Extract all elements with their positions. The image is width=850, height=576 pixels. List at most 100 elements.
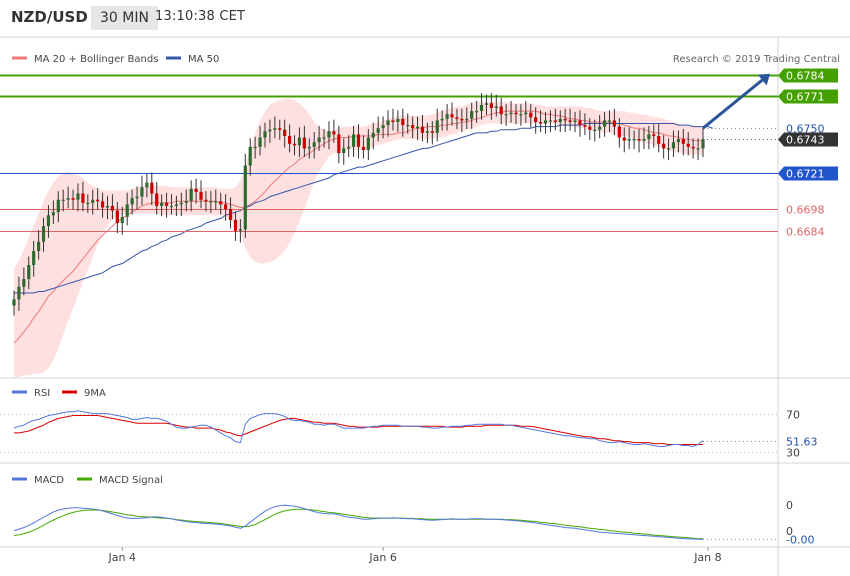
candle-body [548, 120, 553, 122]
rsi-ma-legend-label: 9MA [84, 388, 106, 399]
forecast-arrow-shaft [702, 78, 764, 130]
candle-body [519, 114, 523, 116]
candle-body [76, 193, 80, 200]
candle-body [632, 139, 636, 141]
candle-body [430, 131, 434, 133]
candle-body [602, 120, 607, 127]
candle-body [91, 199, 95, 203]
candle-body [214, 201, 218, 203]
price-level-label-0: 0.6784 [786, 70, 825, 83]
candle-body [37, 241, 41, 252]
macd-signal-legend-label: MACD Signal [99, 475, 163, 486]
candle-body [514, 112, 518, 115]
candle-body [617, 126, 621, 138]
macd-tick-label-0: 0 [786, 499, 793, 512]
candle-body [32, 251, 36, 266]
rsi-legend: RSI 9MA [12, 388, 106, 399]
candle-body [612, 120, 617, 127]
candle-body [622, 137, 626, 141]
candle-body [184, 201, 188, 203]
candle-body [504, 114, 508, 116]
candle-body [278, 128, 282, 130]
candle-body [283, 129, 287, 136]
candle-body [371, 132, 375, 138]
candle-body [288, 135, 292, 144]
x-tick-label-2: Jan 8 [693, 551, 721, 564]
candle-body [160, 202, 164, 206]
candle-body [337, 134, 341, 154]
candle-body [450, 114, 454, 118]
candle-body [253, 146, 257, 149]
macd-panel: 00-0.00 [13, 499, 814, 547]
candle-body [66, 198, 70, 200]
candle-body [307, 146, 311, 149]
candle-body [696, 148, 700, 150]
candle-body [568, 120, 572, 122]
candle-body [317, 137, 321, 143]
candle-body [125, 204, 129, 217]
candle-body [573, 120, 577, 122]
price-level-labels: 0.67840.67710.67500.67430.67210.66980.66… [778, 68, 838, 239]
candle-body [268, 129, 272, 132]
candle-body [100, 201, 105, 208]
candle-body [420, 126, 425, 133]
candle-body [347, 146, 351, 149]
candle-body [46, 215, 51, 227]
candle-body [155, 193, 159, 206]
rsi-tick-label-70: 70 [786, 409, 800, 422]
candle-body [558, 118, 562, 122]
candle-body [179, 202, 183, 205]
candle-body [671, 142, 676, 149]
candle-body [150, 182, 154, 194]
x-tick-label-0: Jan 4 [108, 551, 136, 564]
candle-body [686, 143, 690, 147]
candle-body [391, 120, 395, 122]
candle-body [164, 202, 169, 206]
candle-body [657, 135, 661, 144]
rsi-ma-line [14, 415, 703, 445]
price-panel: 0.67840.67710.67500.67430.67210.66980.66… [0, 68, 838, 377]
candle-body [401, 118, 405, 126]
candle-body [366, 137, 370, 150]
candle-body [411, 125, 415, 129]
candle-body [130, 198, 134, 205]
candle-body [342, 148, 346, 154]
candle-body [376, 128, 380, 133]
candle-body [627, 139, 631, 141]
candle-body [105, 205, 110, 208]
candle-body [642, 139, 646, 141]
candle-body [292, 143, 297, 146]
price-level-label-3: 0.6743 [786, 134, 825, 147]
candle-body [676, 139, 680, 143]
rsi-line [13, 410, 704, 448]
main-legend: MA 20 + Bollinger Bands MA 50 Research ©… [12, 54, 840, 65]
x-axis: Jan 4Jan 6Jan 8Jan 9 [108, 547, 722, 564]
price-level-label-6: 0.6684 [786, 226, 825, 239]
candle-body [224, 204, 228, 210]
candle-body [529, 112, 533, 118]
candle-body [484, 103, 489, 105]
candle-body [322, 137, 326, 139]
candle-body [465, 118, 469, 121]
candle-body [445, 114, 449, 119]
candle-body [51, 212, 55, 216]
candle-body [56, 199, 60, 213]
candle-body [327, 131, 331, 138]
candle-body [356, 134, 361, 147]
macd-current-value: -0.00 [786, 534, 814, 547]
candle-body [189, 188, 193, 202]
candle-body [593, 129, 597, 131]
candle-body [386, 120, 390, 126]
candle-body [263, 131, 267, 138]
candle-body [17, 286, 21, 300]
candle-body [248, 146, 252, 166]
candle-body [61, 199, 65, 201]
candle-body [145, 182, 149, 188]
candle-body [538, 121, 543, 124]
candle-body [524, 112, 528, 115]
candle-body [396, 118, 400, 122]
macd-signal-line [13, 508, 703, 540]
candle-body [209, 201, 213, 203]
candle-body [440, 118, 444, 121]
candle-body [543, 120, 548, 124]
